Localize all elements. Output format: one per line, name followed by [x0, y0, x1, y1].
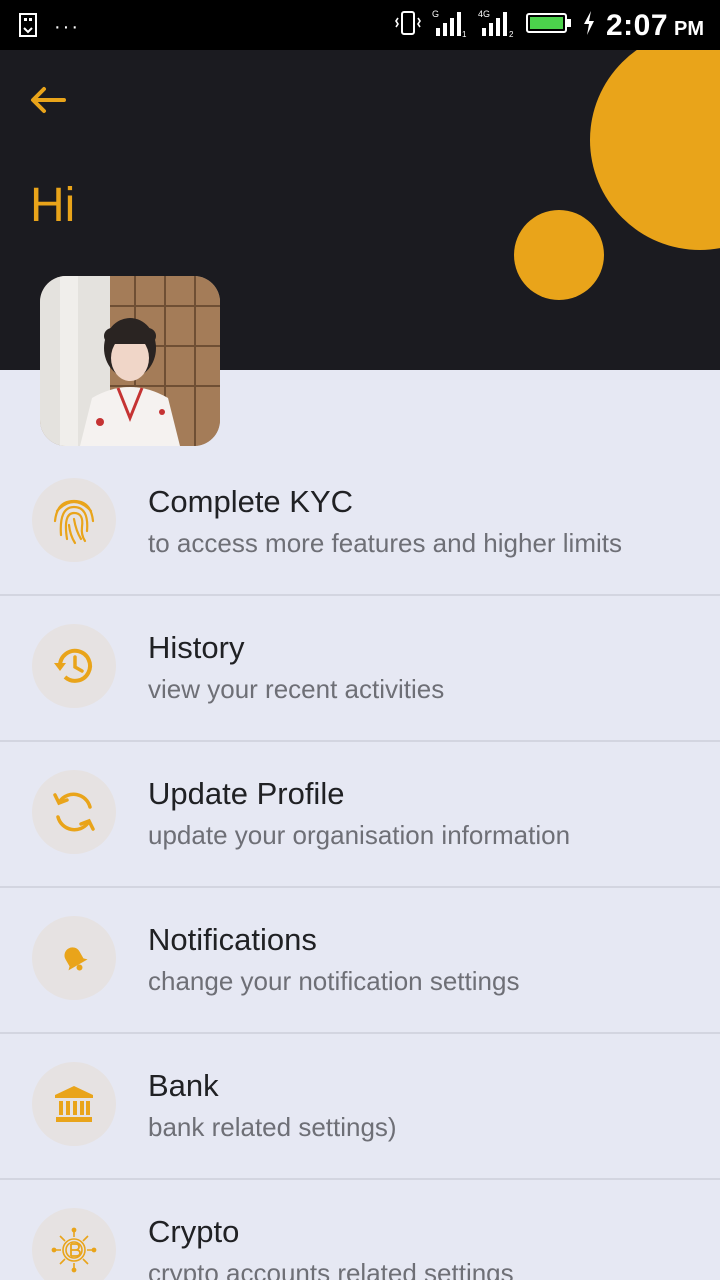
- vibrate-icon: [394, 10, 422, 41]
- clock-time: 2:07: [605, 8, 668, 42]
- refresh-icon: [53, 792, 95, 832]
- bitcoin-chip-icon: [51, 1227, 97, 1273]
- greeting-text: Hi: [30, 179, 76, 232]
- profile-photo: [40, 276, 220, 446]
- clock-ampm: PM: [674, 18, 704, 40]
- decorative-circle-large: [590, 50, 720, 250]
- icon-badge: [32, 1208, 116, 1280]
- fingerprint-icon: [53, 499, 95, 545]
- menu-item-subtitle: update your organisation information: [148, 820, 571, 850]
- arrow-left-icon: [31, 87, 66, 113]
- menu-item-bank[interactable]: Bank bank related settings): [0, 1034, 720, 1180]
- menu-item-title: History: [148, 630, 245, 665]
- menu-item-crypto[interactable]: Crypto crypto accounts related settings: [0, 1180, 720, 1280]
- status-bar: ··· G1 4G 2 2:07 PM: [0, 0, 720, 50]
- history-icon: [54, 648, 92, 683]
- menu-item-title: Complete KYC: [148, 484, 354, 519]
- bell-icon: [64, 947, 88, 971]
- menu-item-notifications[interactable]: Notifications change your notification s…: [0, 888, 720, 1034]
- svg-text:4G: 4G: [478, 9, 490, 19]
- menu-item-title: Update Profile: [148, 776, 345, 811]
- usb-debug-icon: [18, 12, 38, 43]
- icon-badge: [32, 1062, 116, 1146]
- menu-item-subtitle: view your recent activities: [148, 674, 445, 704]
- menu-item-history[interactable]: History view your recent activities: [0, 596, 720, 742]
- icon-badge: [32, 624, 116, 708]
- icon-badge: [32, 916, 116, 1000]
- battery-icon: [525, 11, 572, 40]
- charging-icon: [582, 10, 596, 41]
- icon-badge: [32, 478, 116, 562]
- back-button[interactable]: [26, 78, 70, 122]
- menu-item-subtitle: crypto accounts related settings: [148, 1258, 514, 1280]
- bank-icon: [55, 1086, 93, 1122]
- svg-text:2: 2: [509, 30, 514, 38]
- menu-item-subtitle: to access more features and higher limit…: [148, 528, 622, 558]
- svg-text:1: 1: [462, 30, 467, 38]
- signal-g-icon: G1: [432, 8, 468, 43]
- signal-4g-icon: 4G 2: [478, 8, 516, 43]
- decorative-circle-small: [514, 210, 604, 300]
- menu-item-kyc[interactable]: Complete KYC to access more features and…: [0, 450, 720, 596]
- icon-badge: [32, 770, 116, 854]
- menu-item-update-profile[interactable]: Update Profile update your organisation …: [0, 742, 720, 888]
- svg-text:G: G: [432, 9, 439, 19]
- avatar[interactable]: [40, 276, 220, 446]
- settings-menu: Complete KYC to access more features and…: [0, 450, 720, 1280]
- menu-item-title: Bank: [148, 1068, 219, 1103]
- menu-item-title: Crypto: [148, 1214, 240, 1249]
- menu-item-subtitle: bank related settings): [148, 1112, 397, 1142]
- menu-item-title: Notifications: [148, 922, 317, 957]
- menu-item-subtitle: change your notification settings: [148, 966, 520, 996]
- more-notifications-indicator: ···: [54, 16, 80, 38]
